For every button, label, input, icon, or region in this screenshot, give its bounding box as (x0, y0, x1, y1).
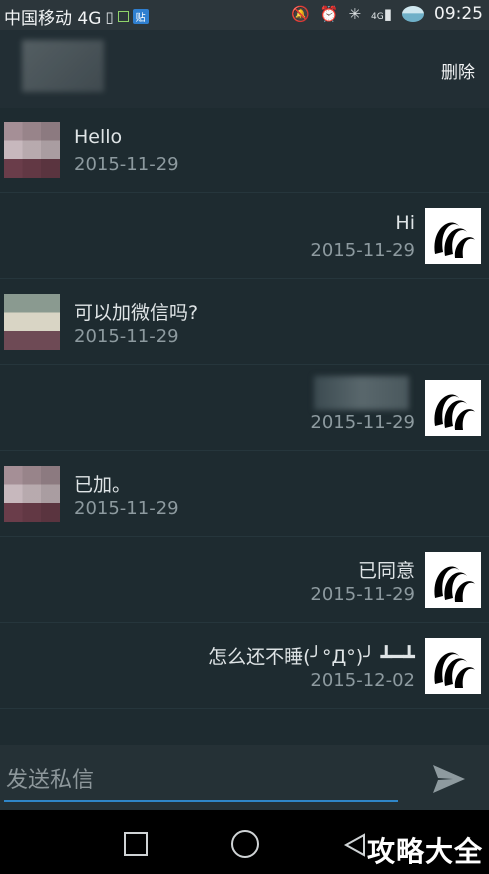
carrier-label: 中国移动 4G (4, 9, 102, 29)
home-icon[interactable] (231, 830, 259, 858)
back-icon[interactable] (342, 832, 368, 858)
swan-logo-icon (425, 380, 481, 436)
avatar[interactable] (4, 466, 60, 522)
notification-chip: 贴 (132, 9, 149, 24)
status-bar: 中国移动 4G ▯ 贴 🔕 ⏰ ✳ 4G▮ 09:25 (0, 0, 489, 30)
message-row[interactable]: 已同意 2015-11-29 (0, 538, 489, 623)
signal-icon: 4G▮ (371, 5, 392, 23)
message-date: 2015-11-29 (310, 584, 415, 605)
message-text: 已同意 (357, 560, 415, 582)
avatar[interactable] (425, 380, 481, 436)
message-date: 2015-11-29 (74, 498, 179, 519)
delete-button[interactable]: 删除 (441, 58, 475, 83)
back-button-blurred[interactable] (22, 40, 104, 92)
notification-icon (117, 11, 129, 22)
recent-apps-icon[interactable] (124, 832, 148, 856)
compose-bar (0, 745, 489, 810)
message-date: 2015-11-29 (310, 240, 415, 261)
sim-icon: ▯ (105, 7, 114, 26)
sync-icon: ✳ (348, 5, 362, 23)
avatar[interactable] (425, 638, 481, 694)
message-text: 已加。 (74, 474, 132, 496)
swan-logo-icon (425, 208, 481, 264)
message-date: 2015-11-29 (74, 154, 179, 175)
alarm-icon: ⏰ (319, 5, 339, 23)
message-row[interactable]: 已加。 2015-11-29 (0, 452, 489, 537)
message-text: 怎么还不睡(╯°Д°)╯ ┻━┻ (208, 646, 415, 668)
message-text: Hi (395, 212, 415, 234)
battery-icon (402, 6, 424, 22)
message-row[interactable]: 2015-11-29 (0, 366, 489, 451)
message-row[interactable]: 可以加微信吗? 2015-11-29 (0, 280, 489, 365)
swan-logo-icon (425, 638, 481, 694)
message-date: 2015-11-29 (310, 412, 415, 433)
message-row[interactable]: Hi 2015-11-29 (0, 194, 489, 279)
avatar[interactable] (425, 208, 481, 264)
message-text: Hello (74, 126, 123, 148)
message-text: 可以加微信吗? (74, 302, 199, 324)
message-row[interactable]: Hello 2015-11-29 (0, 108, 489, 193)
message-row[interactable]: 怎么还不睡(╯°Д°)╯ ┻━┻ 2015-12-02 (0, 624, 489, 709)
signal-label: 4G (371, 12, 384, 22)
message-date: 2015-11-29 (74, 326, 179, 347)
avatar[interactable] (4, 294, 60, 350)
blurred-message-text (314, 376, 409, 410)
mute-icon: 🔕 (291, 5, 310, 23)
send-icon[interactable] (431, 763, 467, 795)
message-date: 2015-12-02 (310, 670, 415, 691)
message-input[interactable] (4, 760, 398, 802)
navigation-bar: 攻略大全 (0, 810, 489, 874)
watermark-text: 攻略大全 (366, 835, 483, 868)
clock: 09:25 (434, 4, 483, 24)
swan-logo-icon (425, 552, 481, 608)
avatar[interactable] (4, 122, 60, 178)
header: 删除 (0, 30, 489, 108)
avatar[interactable] (425, 552, 481, 608)
